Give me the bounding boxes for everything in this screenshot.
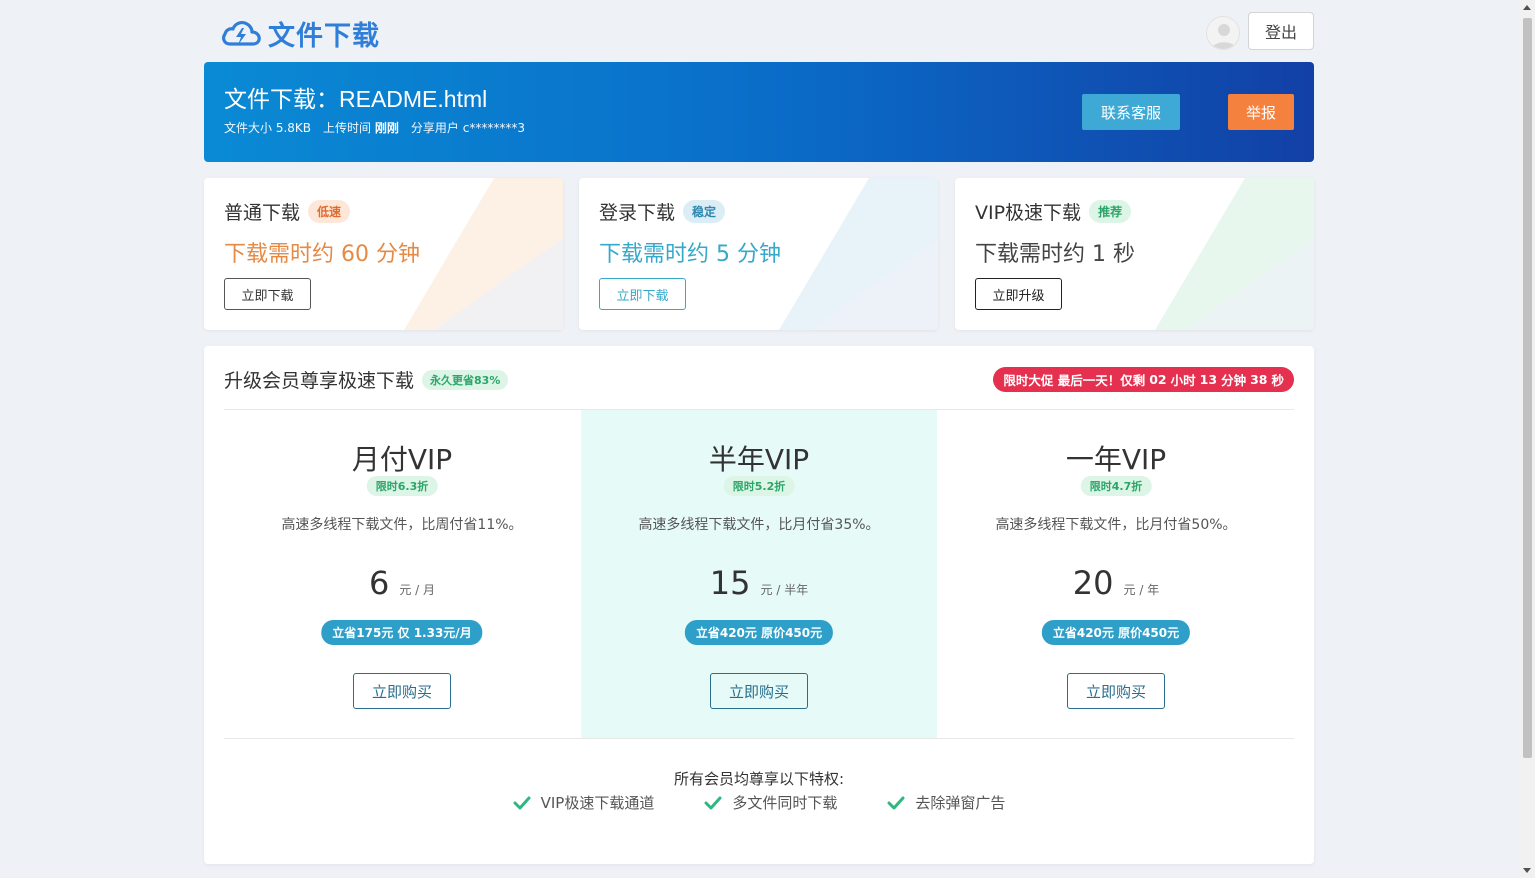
- vip-heading: 升级会员尊享极速下载: [224, 370, 415, 392]
- plan-yearly: 一年VIP 限时4.7折 高速多线程下载文件，比月付省50%。 20 元 / 年…: [938, 410, 1294, 738]
- plan-discount-tag: 限时4.7折: [1080, 476, 1152, 496]
- plan-description: 高速多线程下载文件，比月付省35%。: [638, 517, 880, 533]
- download-option-title: 普通下载: [224, 202, 301, 224]
- perk-item: 多文件同时下载: [704, 792, 837, 813]
- speed-tag: 低速: [308, 200, 351, 223]
- perk-item: VIP极速下载通道: [513, 792, 654, 813]
- perks-title: 所有会员均尊享以下特权:: [673, 770, 845, 788]
- logo-text: 文件下载: [268, 21, 380, 52]
- login-download-card: 登录下载 稳定 下载需时约 5 分钟 立即下载: [579, 178, 938, 330]
- plan-discount-tag: 限时6.3折: [366, 476, 438, 496]
- countdown-minutes: 13: [1199, 372, 1218, 387]
- plan-price: 20 元 / 年: [1072, 564, 1160, 602]
- check-icon: [513, 796, 531, 809]
- upload-time: 上传时间 刚刚: [323, 121, 399, 135]
- plan-monthly: 月付VIP 限时6.3折 高速多线程下载文件，比周付省11%。 6 元 / 月 …: [224, 410, 580, 738]
- plan-name: 一年VIP: [1065, 443, 1167, 476]
- download-time: 下载需时约 1 秒: [975, 242, 1135, 267]
- plan-savings-badge: 立省420元 原价450元: [1041, 620, 1191, 645]
- perks-list: VIP极速下载通道 多文件同时下载 去除弹窗广告: [204, 792, 1314, 813]
- logo[interactable]: 文件下载: [220, 14, 380, 53]
- scroll-up-arrow-icon[interactable]: [1523, 5, 1531, 10]
- plan-name: 半年VIP: [708, 443, 810, 476]
- scroll-down-arrow-icon[interactable]: [1523, 868, 1531, 873]
- upgrade-now-button[interactable]: 立即升级: [975, 278, 1062, 310]
- user-avatar-icon: [1212, 24, 1236, 49]
- file-title: 文件下载：README.html: [224, 86, 488, 112]
- plan-savings-badge: 立省420元 原价450元: [684, 620, 834, 645]
- file-meta: 文件大小 5.8KB 上传时间 刚刚 分享用户 c********3: [224, 119, 525, 136]
- plan-half-year: 半年VIP 限时5.2折 高速多线程下载文件，比月付省35%。 15 元 / 半…: [581, 410, 937, 738]
- download-option-title: 登录下载: [599, 202, 676, 224]
- plan-name: 月付VIP: [351, 443, 453, 476]
- download-now-button[interactable]: 立即下载: [599, 278, 686, 310]
- countdown-hours: 02: [1149, 372, 1167, 387]
- download-now-button[interactable]: 立即下载: [224, 278, 311, 310]
- plan-description: 高速多线程下载文件，比月付省50%。: [995, 517, 1237, 533]
- promo-countdown-badge: 限时大促 最后一天！仅剩 02 小时 13 分钟 38 秒: [993, 367, 1294, 392]
- vip-download-card: VIP极速下载 推荐 下载需时约 1 秒 立即升级: [955, 178, 1314, 330]
- buy-now-button[interactable]: 立即购买: [353, 673, 451, 709]
- download-option-title: VIP极速下载: [975, 202, 1082, 224]
- buy-now-button[interactable]: 立即购买: [710, 673, 808, 709]
- logout-button[interactable]: 登出: [1248, 12, 1314, 50]
- file-size: 文件大小 5.8KB: [224, 121, 312, 135]
- buy-now-button[interactable]: 立即购买: [1067, 673, 1165, 709]
- contact-support-button[interactable]: 联系客服: [1082, 94, 1180, 130]
- download-time: 下载需时约 60 分钟: [224, 242, 420, 267]
- top-bar: 文件下载 登出: [204, 10, 1314, 54]
- vertical-scrollbar[interactable]: [1520, 0, 1535, 878]
- plan-price: 15 元 / 半年: [709, 564, 809, 602]
- report-button[interactable]: 举报: [1228, 94, 1294, 130]
- scrollbar-thumb[interactable]: [1523, 18, 1532, 758]
- avatar[interactable]: [1206, 16, 1240, 50]
- divider: [224, 738, 1294, 739]
- countdown-seconds: 38: [1250, 372, 1268, 387]
- share-user: 分享用户 c********3: [410, 121, 525, 135]
- normal-download-card: 普通下载 低速 下载需时约 60 分钟 立即下载: [204, 178, 563, 330]
- check-icon: [887, 796, 905, 809]
- speed-tag: 推荐: [1089, 200, 1132, 223]
- plan-savings-badge: 立省175元 仅 1.33元/月: [321, 620, 483, 645]
- plan-price: 6 元 / 月: [368, 564, 436, 602]
- vip-upgrade-panel: 升级会员尊享极速下载 永久更省83% 限时大促 最后一天！仅剩 02 小时 13…: [204, 346, 1314, 864]
- speed-tag: 稳定: [683, 200, 726, 223]
- download-time: 下载需时约 5 分钟: [599, 242, 781, 267]
- perk-item: 去除弹窗广告: [887, 792, 1005, 813]
- plan-discount-tag: 限时5.2折: [723, 476, 795, 496]
- vip-heading-tag: 永久更省83%: [422, 369, 509, 390]
- cloud-lightning-icon: [222, 20, 261, 46]
- plan-description: 高速多线程下载文件，比周付省11%。: [281, 517, 523, 533]
- file-header-card: 文件下载：README.html 文件大小 5.8KB 上传时间 刚刚 分享用户…: [204, 62, 1314, 162]
- check-icon: [704, 796, 722, 809]
